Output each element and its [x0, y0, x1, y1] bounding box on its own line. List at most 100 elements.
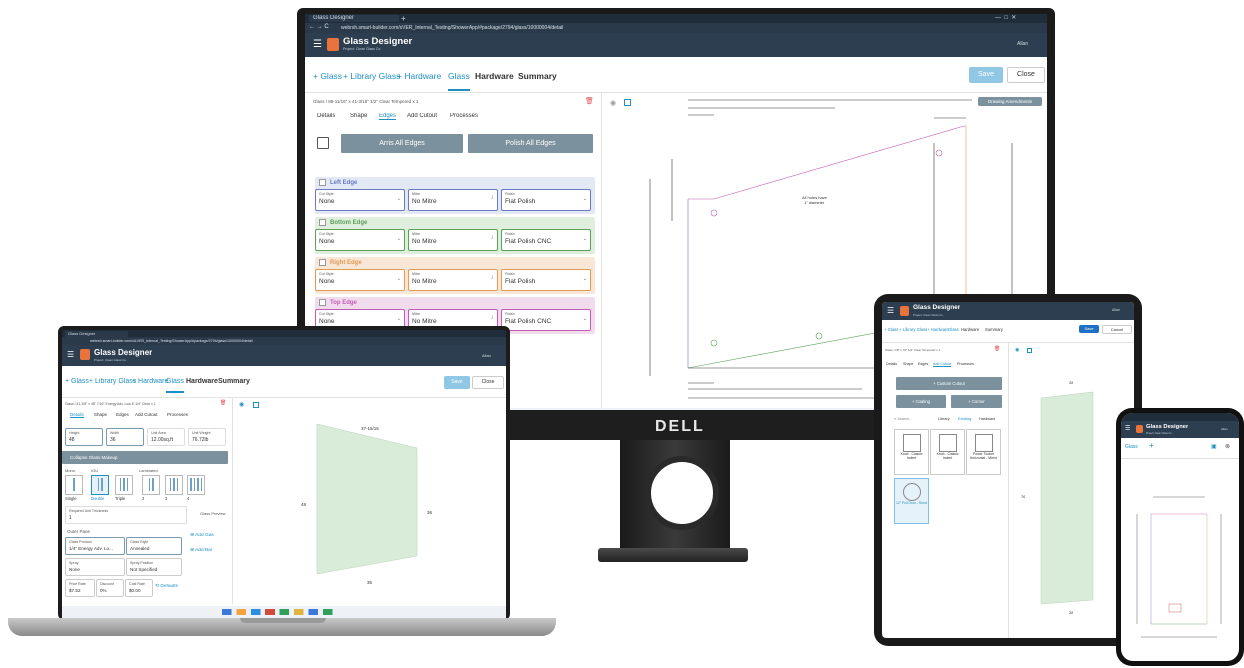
tab-summary[interactable]: Summary	[518, 71, 557, 81]
mitre-select[interactable]: Mitre No Mitre ┘	[408, 189, 498, 211]
laptop-close-button[interactable]: Close	[472, 376, 504, 389]
phone-add-icon[interactable]: +	[1149, 441, 1154, 450]
add-gas-button[interactable]: ⊕ Add Gas	[190, 533, 214, 538]
edge-checkbox[interactable]	[319, 259, 326, 266]
spray-select[interactable]: Spray None	[65, 558, 125, 576]
subtab-processes[interactable]: Processes	[450, 113, 478, 119]
cut-style-select[interactable]: Cut Style None ⌄	[315, 269, 405, 291]
select-all-checkbox[interactable]	[317, 137, 329, 149]
makeup-option[interactable]	[142, 475, 160, 495]
width-field[interactable]: Width 36	[106, 428, 144, 446]
phone-save-icon[interactable]: ▣	[1211, 443, 1217, 450]
polish-all-edges-button[interactable]: Polish All Edges	[468, 134, 593, 153]
laptop-delete-icon[interactable]: 🗑	[220, 400, 226, 406]
edge-checkbox[interactable]	[319, 179, 326, 186]
finish-select[interactable]: Finish Flat Polish ⌄	[501, 269, 591, 291]
phone-user-menu[interactable]: Allan	[1221, 427, 1228, 431]
phone-close-icon[interactable]: ⊗	[1225, 443, 1230, 450]
cost-rate-field[interactable]: Cost Rate $0.00	[125, 579, 153, 597]
laptop-save-button[interactable]: Save	[444, 376, 470, 389]
laptop-subtab-edges[interactable]: Edges	[116, 412, 129, 417]
subtab-details[interactable]: Details	[317, 113, 335, 119]
makeup-option[interactable]	[187, 475, 205, 495]
cut-style-select[interactable]: Cut Style None ⌄	[315, 229, 405, 251]
tablet-save-button[interactable]: Save	[1079, 325, 1099, 333]
makeup-option[interactable]	[165, 475, 183, 495]
library-item-card[interactable]: Knob - Classic Indent	[930, 429, 965, 475]
finish-select[interactable]: Finish Flat Polish CNC ⌄	[501, 309, 591, 331]
save-button[interactable]: Save	[969, 67, 1003, 83]
existing-tab[interactable]: Existing	[958, 417, 971, 421]
defaults-button[interactable]: ⟲ Defaults	[155, 584, 178, 589]
user-menu[interactable]: Allan	[1017, 41, 1028, 47]
finish-select[interactable]: Finish Flat Polish CNC ⌄	[501, 229, 591, 251]
phone-menu-icon[interactable]: ☰	[1125, 425, 1130, 432]
tablet-search-input[interactable]: ⌕ Search...	[894, 417, 912, 421]
mitre-select[interactable]: Mitre No Mitre ┘	[408, 229, 498, 251]
laptop-subtab-processes[interactable]: Processes	[167, 412, 188, 417]
library-item-card[interactable]: Power Socket Horizontal - Mirror	[966, 429, 1001, 475]
custom-cutout-button[interactable]: + Custom Cutout	[896, 377, 1002, 390]
hardware-lib-tab[interactable]: Hardware	[979, 417, 995, 421]
cut-style-select[interactable]: Cut Style None ⌄	[315, 189, 405, 211]
tablet-subtab-processes[interactable]: Processes	[957, 362, 974, 366]
tablet-user-menu[interactable]: Allan	[1112, 308, 1120, 312]
new-tab-icon[interactable]: +	[401, 14, 406, 23]
add-hardware-link[interactable]: + Hardware	[397, 71, 441, 81]
makeup-option[interactable]	[91, 475, 109, 495]
laptop-subtab-add-cutout[interactable]: Add Cutout	[135, 412, 158, 417]
subtab-shape[interactable]: Shape	[350, 113, 367, 119]
collapse-glass-makeup-button[interactable]: Collapse Glass Makeup	[62, 451, 228, 464]
subtab-add-cutout[interactable]: Add Cutout	[407, 113, 437, 119]
tablet-tab-glass[interactable]: Glass	[948, 327, 959, 332]
library-item-card[interactable]: 12" Pull Door - Short	[894, 478, 929, 524]
tab-hardware[interactable]: Hardware	[475, 71, 514, 81]
tablet-menu-icon[interactable]: ☰	[887, 306, 894, 315]
spray-position-select[interactable]: Spray Position Not Specified	[126, 558, 182, 576]
tablet-subtab-details[interactable]: Details	[886, 362, 897, 366]
price-rate-field[interactable]: Price Rate $7.52	[65, 579, 95, 597]
add-glass-link[interactable]: + Glass	[313, 71, 342, 81]
close-button[interactable]: Close	[1007, 67, 1045, 83]
subtab-edges[interactable]: Edges	[379, 113, 397, 120]
menu-icon[interactable]: ☰	[313, 39, 322, 50]
edge-checkbox[interactable]	[319, 299, 326, 306]
delete-icon[interactable]: 🗑	[585, 97, 594, 105]
makeup-option[interactable]	[115, 475, 133, 495]
laptop-subtab-shape[interactable]: Shape	[94, 412, 107, 417]
tablet-tab-hardware[interactable]: Hardware	[961, 327, 979, 332]
tablet-subtab-edges[interactable]: Edges	[918, 362, 928, 366]
glass-style-select[interactable]: Glass Style Annealed	[126, 537, 182, 555]
discount-field[interactable]: Discount 0%	[96, 579, 124, 597]
tablet-subtab-add-cutout[interactable]: Add Cutout	[933, 362, 951, 367]
tablet-add-hardware-link[interactable]: + Hardware	[927, 327, 949, 332]
laptop-taskbar-apps-icon[interactable]	[222, 609, 342, 615]
tablet-add-library-glass-link[interactable]: + Library Glass	[899, 327, 927, 332]
add-bar-button[interactable]: ⊕ Add Bar	[190, 548, 212, 553]
makeup-option[interactable]	[65, 475, 83, 495]
laptop-tab-glass[interactable]: Glass	[166, 378, 184, 393]
height-field[interactable]: Height 48	[65, 428, 103, 446]
mitre-select[interactable]: Mitre No Mitre ┘	[408, 269, 498, 291]
laptop-address-bar[interactable]: webrsh.smart-builder.com/sILVER_Internal…	[62, 337, 506, 345]
library-item-card[interactable]: Knob - Classic Indent	[894, 429, 929, 475]
laptop-glass-preview[interactable]: ◉ 37-15/16 48 36 36	[232, 398, 506, 604]
nav-arrows-icon[interactable]: ← → C	[309, 24, 329, 30]
tablet-add-glass-link[interactable]: + Glass	[884, 327, 898, 332]
glass-product-select[interactable]: Glass Product 1/4" Energy Adv. Lo...	[65, 537, 125, 555]
laptop-tab-hardware[interactable]: Hardware	[186, 378, 218, 385]
edge-checkbox[interactable]	[319, 219, 326, 226]
laptop-subtab-details[interactable]: Details	[70, 412, 84, 418]
coating-button[interactable]: + Coating	[896, 395, 946, 408]
tablet-delete-icon[interactable]: 🗑	[994, 346, 1000, 352]
library-tab[interactable]: Library	[938, 417, 950, 421]
tablet-subtab-shape[interactable]: Shape	[903, 362, 913, 366]
arris-all-edges-button[interactable]: Arris All Edges	[341, 134, 463, 153]
window-controls-icon[interactable]: — □ ✕	[995, 14, 1016, 21]
laptop-user-menu[interactable]: Allan	[482, 353, 491, 358]
laptop-add-hardware-link[interactable]: + Hardware	[132, 378, 168, 385]
laptop-menu-icon[interactable]: ☰	[67, 350, 74, 359]
laptop-tab-summary[interactable]: Summary	[218, 378, 250, 385]
browser-tab[interactable]: Glass Designer	[309, 15, 399, 22]
tablet-cancel-button[interactable]: Cancel	[1102, 325, 1132, 334]
